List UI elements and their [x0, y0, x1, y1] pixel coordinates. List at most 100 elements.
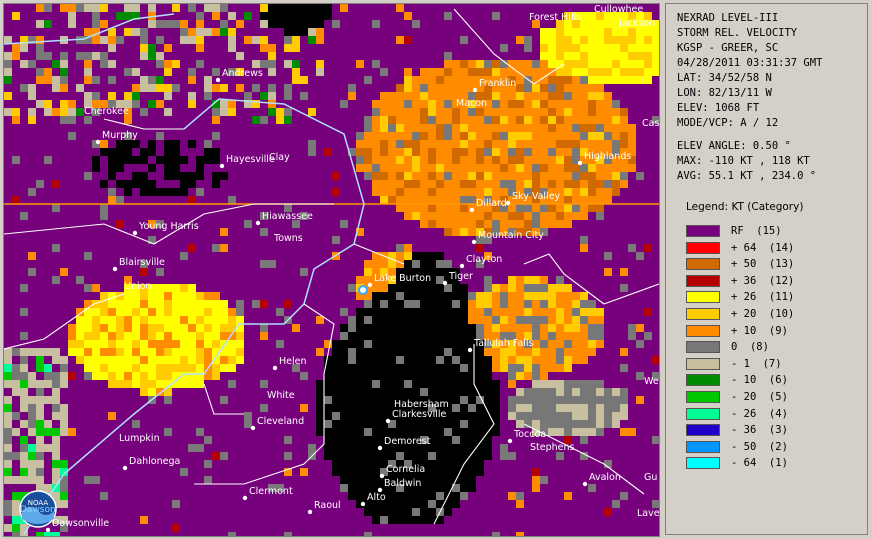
header-info-line: STORM REL. VELOCITY	[677, 27, 798, 39]
legend-item: + 36 (12)	[686, 274, 794, 288]
legend-label: - 64 (1)	[731, 457, 788, 470]
legend-swatch	[686, 457, 720, 470]
place-label: Gu	[644, 472, 657, 483]
place-dot-icon	[385, 418, 391, 424]
legend-label: + 50 (13)	[731, 258, 795, 271]
legend-item: + 26 (11)	[686, 290, 794, 304]
place-label: Hayesville	[226, 154, 275, 165]
place-dot-icon	[307, 509, 313, 515]
radar-map[interactable]: Forest Hills Cullowhee Jackson Andrews Frank…	[3, 3, 660, 537]
place-label: Dillard	[476, 198, 507, 209]
place-dot-icon	[360, 501, 366, 507]
legend-item: - 20 (5)	[686, 390, 788, 404]
stats-info-line: AVG: 55.1 KT , 234.0 °	[677, 170, 817, 182]
place-dot-icon	[250, 425, 256, 431]
header-info-line: LON: 82/13/11 W	[677, 87, 772, 99]
place-label: Blairsville	[119, 257, 165, 268]
place-dot-icon	[122, 465, 128, 471]
place-label: Sky Valley	[512, 191, 561, 202]
place-dot-icon	[377, 445, 383, 451]
legend-label: - 50 (2)	[731, 440, 788, 453]
place-label: Franklin	[479, 78, 516, 89]
legend-title: Legend: KT (Category)	[686, 201, 804, 213]
place-label: Avalon	[589, 472, 621, 483]
place-label: Demorest	[384, 436, 431, 447]
place-label: Young Harris	[138, 221, 199, 232]
legend-item: - 10 (6)	[686, 373, 788, 387]
legend-label: - 36 (3)	[731, 424, 788, 437]
legend-item: - 64 (1)	[686, 456, 788, 470]
place-label: Forest Hills	[529, 12, 581, 23]
stats-info-line: MAX: -110 KT , 118 KT	[677, 155, 810, 167]
place-dot-icon	[469, 207, 475, 213]
place-label: Clay	[269, 152, 290, 163]
place-dot-icon	[471, 239, 477, 245]
legend-item: - 26 (4)	[686, 407, 788, 421]
place-label: Clermont	[249, 486, 293, 497]
legend-swatch	[686, 341, 720, 354]
place-label: Murphy	[102, 130, 138, 141]
legend-item: + 10 (9)	[686, 324, 788, 338]
legend-label: - 20 (5)	[731, 391, 788, 403]
header-info-line: KGSP - GREER, SC	[677, 42, 779, 54]
legend-swatch	[686, 440, 720, 453]
legend-label: + 20 (10)	[731, 308, 795, 320]
legend-item: - 50 (2)	[686, 440, 788, 454]
legend-item: - 36 (3)	[686, 423, 788, 437]
legend-swatch	[686, 225, 720, 237]
place-label: Lumpkin	[119, 433, 160, 444]
radar-site-icon[interactable]	[358, 285, 368, 295]
place-label: Towns	[273, 233, 303, 244]
place-label: Mountain City	[478, 230, 544, 241]
place-label: Raoul	[314, 500, 341, 511]
legend-swatch	[686, 274, 720, 287]
place-label: Baldwin	[384, 478, 421, 489]
place-label: Hiawassee	[262, 211, 313, 222]
place-dot-icon	[95, 139, 101, 145]
legend-label: - 26 (4)	[731, 407, 788, 420]
place-label: Highlands	[584, 151, 631, 162]
radar-stats-info: ELEV ANGLE: 0.50 ° MAX: -110 KT , 118 KT A…	[677, 139, 816, 184]
legend-label: RF (15)	[731, 225, 782, 237]
legend-swatch	[686, 258, 720, 271]
legend-label: - 1 (7)	[731, 357, 782, 370]
place-label: Helen	[279, 356, 307, 367]
legend-label: + 36 (12)	[731, 274, 795, 287]
place-dot-icon	[459, 263, 465, 269]
place-label: Dahlonega	[129, 456, 180, 467]
legend-label: + 64 (14)	[731, 241, 795, 254]
place-label: Clarkesville	[392, 409, 446, 420]
place-dot-icon	[442, 280, 448, 286]
legend-item: RF (15)	[686, 224, 782, 238]
radar-header-info: NEXRAD LEVEL-III STORM REL. VELOCITY KGSP …	[677, 11, 822, 131]
place-dot-icon	[219, 163, 225, 169]
place-label: Macon	[456, 98, 487, 109]
legend-item: + 64 (14)	[686, 241, 794, 255]
header-info-line: NEXRAD LEVEL-III	[677, 12, 779, 24]
place-dot-icon	[472, 87, 478, 93]
legend-item: + 50 (13)	[686, 257, 794, 271]
place-label: Andrews	[222, 68, 263, 79]
header-info-line: LAT: 34/52/58 N	[677, 72, 772, 84]
legend-label: - 10 (6)	[731, 374, 788, 387]
place-label: Tiger	[448, 271, 473, 282]
place-label: Cleveland	[257, 416, 304, 427]
place-dot-icon	[582, 481, 588, 487]
place-label: White	[267, 390, 295, 401]
radar-map-canvas[interactable]: Forest Hills Cullowhee Jackson Andrews Frank…	[4, 4, 659, 536]
place-label: Clayton	[466, 254, 502, 265]
place-label: Cherokee	[84, 106, 129, 117]
legend-swatch	[686, 291, 720, 304]
place-label: Stephens	[530, 442, 575, 453]
place-dot-icon	[215, 77, 221, 83]
logo-caption: Dawson	[20, 505, 56, 515]
place-label: Tallulah Falls	[473, 338, 534, 349]
place-dot-icon	[367, 282, 373, 288]
legend-swatch	[686, 308, 720, 320]
header-info-line: ELEV: 1068 FT	[677, 102, 760, 114]
legend-label: + 26 (11)	[731, 291, 795, 304]
place-label: Dawsonville	[52, 518, 109, 529]
radar-viewer: Forest Hills Cullowhee Jackson Andrews Frank…	[0, 0, 872, 539]
place-label: Cas	[642, 118, 659, 129]
legend-swatch	[686, 324, 720, 337]
